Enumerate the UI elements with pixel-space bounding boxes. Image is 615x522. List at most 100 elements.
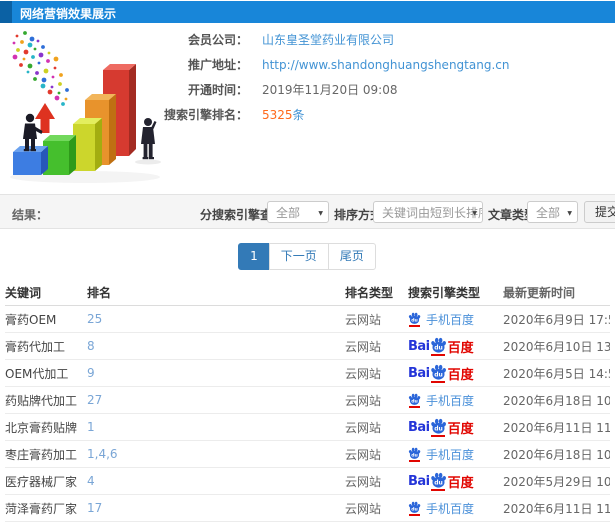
rank-type-cell: 云网站	[345, 393, 382, 408]
title-bar-accent	[0, 1, 12, 23]
rank-link[interactable]: 8	[87, 339, 95, 353]
rank-type-cell: 云网站	[345, 339, 382, 354]
rank-link[interactable]: 17	[87, 501, 102, 515]
svg-text:du: du	[411, 506, 418, 512]
confetti-dots	[12, 31, 69, 106]
engine-cell: Bai du 百度	[400, 418, 503, 437]
engine-cell: Bai du 百度	[400, 472, 503, 491]
mobile-baidu-logo: du 手机百度	[408, 446, 474, 463]
rank-type-cell: 云网站	[345, 366, 382, 381]
promo-url-label: 推广地址：	[187, 58, 248, 72]
chevron-down-icon: ▼	[472, 210, 477, 217]
rank-link[interactable]: 9	[87, 366, 95, 380]
baidu-paw-icon: du	[408, 501, 421, 513]
baidu-logo: Bai du 百度	[408, 337, 474, 356]
keyword-cell: 医疗器械厂家	[5, 474, 78, 489]
header-engine-type: 搜索引擎类型	[408, 286, 481, 300]
open-time-label: 开通时间：	[187, 83, 248, 97]
bar-yellow	[73, 118, 102, 171]
keyword-cell: OEM代加工	[5, 366, 69, 381]
pagination: 1 下一页 尾页	[0, 243, 615, 270]
page-current-button[interactable]: 1	[238, 243, 270, 270]
engine-cell: du 手机百度	[400, 500, 503, 517]
rank-type-cell: 云网站	[345, 501, 382, 516]
table-row: 膏药代加工 8 云网站 Bai du 百度 2020年6月10日 13:40	[5, 333, 610, 360]
rank-cell: 1	[85, 420, 345, 434]
baidu-paw-icon: du	[430, 337, 446, 353]
rank-link[interactable]: 1,4,6	[87, 447, 118, 461]
article-type-select[interactable]: 全部 ▼	[527, 201, 578, 223]
rank-type-cell: 云网站	[345, 474, 382, 489]
rank-cell: 1,4,6	[85, 447, 345, 461]
page-title: 网络营销效果展示	[20, 7, 117, 21]
svg-text:du: du	[411, 317, 418, 323]
rank-link[interactable]: 25	[87, 312, 102, 326]
engine-cell: du 手机百度	[400, 311, 503, 328]
company-link[interactable]: 山东皇圣堂药业有限公司	[262, 34, 394, 47]
page-last-button[interactable]: 尾页	[327, 243, 376, 270]
engine-select[interactable]: 全部 ▼	[267, 201, 329, 223]
results-table: 关键词 排名 排名类型 搜索引擎类型 最新更新时间 膏药OEM 25 云网站 d…	[5, 280, 610, 522]
rank-link[interactable]: 4	[87, 474, 95, 488]
info-row-company: 会员公司： 山东皇圣堂药业有限公司	[140, 34, 610, 47]
baidu-paw-icon: du	[408, 312, 421, 324]
result-label: 结果：	[12, 208, 49, 222]
rank-unit: 条	[292, 108, 305, 122]
time-cell: 2020年6月11日 11:40	[503, 501, 610, 516]
title-bar: 网络营销效果展示	[0, 1, 615, 23]
mobile-baidu-logo: du 手机百度	[408, 500, 474, 517]
company-label: 会员公司：	[187, 33, 248, 47]
svg-text:du: du	[434, 371, 443, 378]
baidu-logo: Bai du 百度	[408, 364, 474, 383]
sort-select[interactable]: 关键词由短到长排序 ▼	[373, 201, 483, 223]
engine-rank-value: 5325条	[262, 109, 305, 122]
rank-type-cell: 云网站	[345, 420, 382, 435]
engine-select-value: 全部	[276, 205, 301, 220]
table-row: 北京膏药贴牌 1 云网站 Bai du 百度 2020年6月11日 11:18	[5, 414, 610, 441]
time-cell: 2020年5月29日 10:32	[503, 474, 610, 489]
mobile-baidu-logo: du 手机百度	[408, 392, 474, 409]
rank-count: 5325	[262, 108, 293, 122]
baidu-logo: Bai du 百度	[408, 472, 474, 491]
engine-cell: du 手机百度	[400, 446, 503, 463]
engine-rank-label: 搜索引擎排名：	[163, 108, 248, 122]
promo-url-link[interactable]: http://www.shandonghuangshengtang.cn	[262, 59, 509, 72]
floor-shadow	[135, 159, 161, 165]
engine-cell: Bai du 百度	[400, 364, 503, 383]
baidu-paw-icon: du	[430, 418, 446, 434]
table-body: 膏药OEM 25 云网站 du 手机百度 2020年6月9日 17:50膏药代加…	[5, 306, 610, 522]
rank-link[interactable]: 27	[87, 393, 102, 407]
rank-cell: 9	[85, 366, 345, 380]
rank-type-cell: 云网站	[345, 312, 382, 327]
keyword-cell: 枣庄膏药加工	[5, 447, 78, 462]
time-cell: 2020年6月5日 14:57	[503, 366, 610, 381]
time-cell: 2020年6月9日 17:50	[503, 312, 610, 327]
baidu-paw-icon: du	[408, 447, 421, 459]
rank-type-cell: 云网站	[345, 447, 382, 462]
filter-bar: 结果： 分搜索引擎查看 全部 ▼ 排序方式 关键词由短到长排序 ▼ 文章类型 全…	[0, 194, 615, 229]
engine-cell: du 手机百度	[400, 392, 503, 409]
svg-text:du: du	[434, 344, 443, 351]
time-cell: 2020年6月18日 10:25	[503, 393, 610, 408]
rank-cell: 17	[85, 501, 345, 515]
baidu-logo: Bai du 百度	[408, 418, 474, 437]
keyword-cell: 菏泽膏药厂家	[5, 501, 78, 516]
keyword-cell: 药贴牌代加工	[5, 393, 78, 408]
info-section: 会员公司： 山东皇圣堂药业有限公司 推广地址： http://www.shand…	[140, 34, 610, 134]
rank-cell: 8	[85, 339, 345, 353]
baidu-paw-icon: du	[430, 364, 446, 380]
rank-cell: 4	[85, 474, 345, 488]
info-row-url: 推广地址： http://www.shandonghuangshengtang.…	[140, 59, 610, 72]
mobile-baidu-logo: du 手机百度	[408, 311, 474, 328]
info-row-rank-count: 搜索引擎排名： 5325条	[140, 109, 610, 122]
rank-link[interactable]: 1	[87, 420, 95, 434]
submit-button[interactable]: 提交	[584, 201, 615, 223]
svg-text:du: du	[434, 425, 443, 432]
keyword-cell: 北京膏药贴牌	[5, 420, 78, 435]
svg-text:du: du	[434, 479, 443, 486]
page-next-button[interactable]: 下一页	[268, 243, 329, 270]
header-update-time: 最新更新时间	[503, 286, 576, 300]
article-type-select-value: 全部	[536, 205, 561, 220]
header-rank-type: 排名类型	[345, 286, 394, 300]
header-keyword: 关键词	[5, 286, 42, 300]
